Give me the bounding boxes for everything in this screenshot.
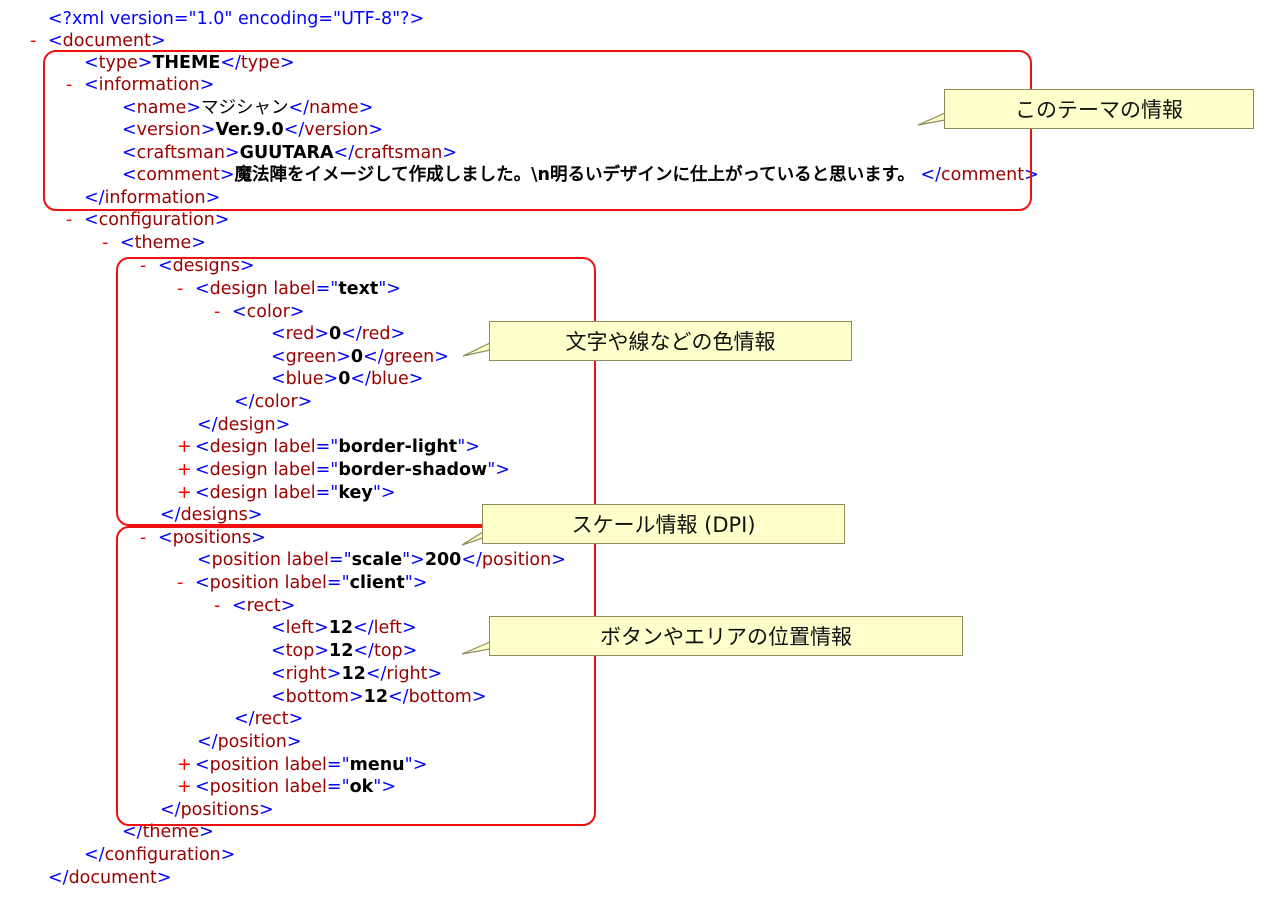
callout-color-info: 文字や線などの色情報 [489, 321, 852, 361]
callout-position-info: ボタンやエリアの位置情報 [489, 616, 963, 656]
callout-theme-info: このテーマの情報 [944, 89, 1254, 129]
callout-scale-info: スケール情報 (DPI) [482, 504, 845, 544]
callout-pointer-theme-info [461, 112, 946, 655]
